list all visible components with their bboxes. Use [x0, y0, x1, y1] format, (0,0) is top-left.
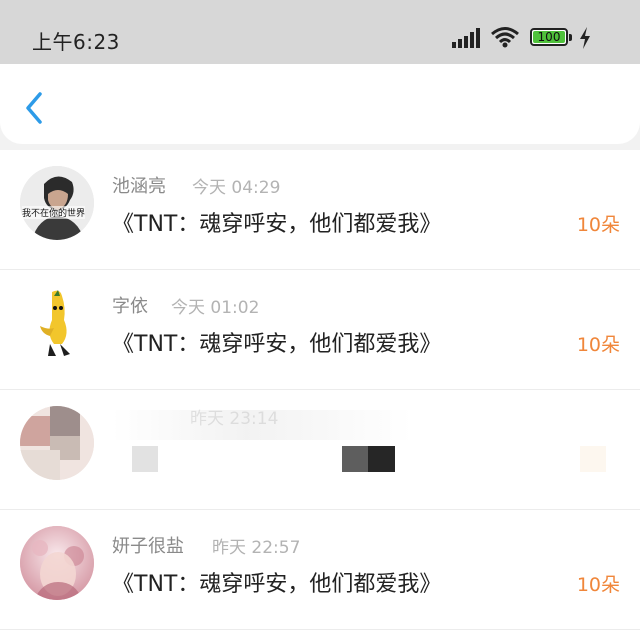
signal-icon — [452, 28, 480, 48]
avatar-image — [20, 406, 94, 480]
avatar-image — [20, 286, 94, 360]
chevron-left-icon[interactable] — [18, 88, 52, 128]
top-nav-bar — [0, 64, 640, 144]
battery-tip — [569, 34, 572, 41]
avatar — [20, 406, 94, 480]
wifi-icon — [491, 27, 519, 48]
book-title: 《TNT：魂穿呼安，他们都爱我》 — [112, 572, 442, 597]
avatar-image — [20, 166, 94, 240]
book-title: 《TNT：魂穿呼安，他们都爱我》 — [112, 332, 442, 357]
avatar-caption: 我不在你的世界 — [22, 206, 86, 219]
gift-amount: 10朵 — [576, 214, 620, 236]
list-item[interactable]: 字依 今天 01:02 《TNT：魂穿呼安，他们都爱我》 10朵 — [0, 270, 640, 390]
list-item[interactable]: 昨天 23:14 — [0, 390, 640, 510]
gift-time: 昨天 23:14 — [190, 409, 279, 429]
battery-icon: 100 — [530, 28, 568, 46]
list-item[interactable]: 妍子很盐 昨天 22:57 《TNT：魂穿呼安，他们都爱我》 10朵 — [0, 510, 640, 630]
battery-level: 100 — [533, 31, 565, 44]
avatar — [20, 286, 94, 360]
gift-amount: 10朵 — [576, 334, 620, 356]
book-title: 《TNT：魂穿呼安，他们都爱我》 — [112, 212, 442, 237]
list-item[interactable]: 我不在你的世界 池涵亮 今天 04:29 《TNT：魂穿呼安，他们都爱我》 10… — [0, 150, 640, 270]
avatar-image — [20, 526, 94, 600]
gift-time: 今天 01:02 — [171, 298, 260, 318]
avatar — [20, 526, 94, 600]
status-time: 上午6:23 — [32, 30, 120, 54]
sender-name: 字依 — [112, 296, 148, 317]
gift-time: 今天 04:29 — [192, 178, 281, 198]
charging-icon — [580, 27, 590, 49]
redacted-block — [368, 446, 395, 472]
sender-name: 妍子很盐 — [112, 536, 184, 557]
redacted-block — [132, 446, 158, 472]
sender-name: 池涵亮 — [112, 176, 166, 197]
gift-list: 我不在你的世界 池涵亮 今天 04:29 《TNT：魂穿呼安，他们都爱我》 10… — [0, 150, 640, 630]
redacted-block — [342, 446, 368, 472]
gift-amount: 10朵 — [576, 574, 620, 596]
avatar: 我不在你的世界 — [20, 166, 94, 240]
gift-time: 昨天 22:57 — [212, 538, 301, 558]
status-bar: 上午6:23 100 — [0, 0, 640, 64]
redacted-block — [580, 446, 606, 472]
